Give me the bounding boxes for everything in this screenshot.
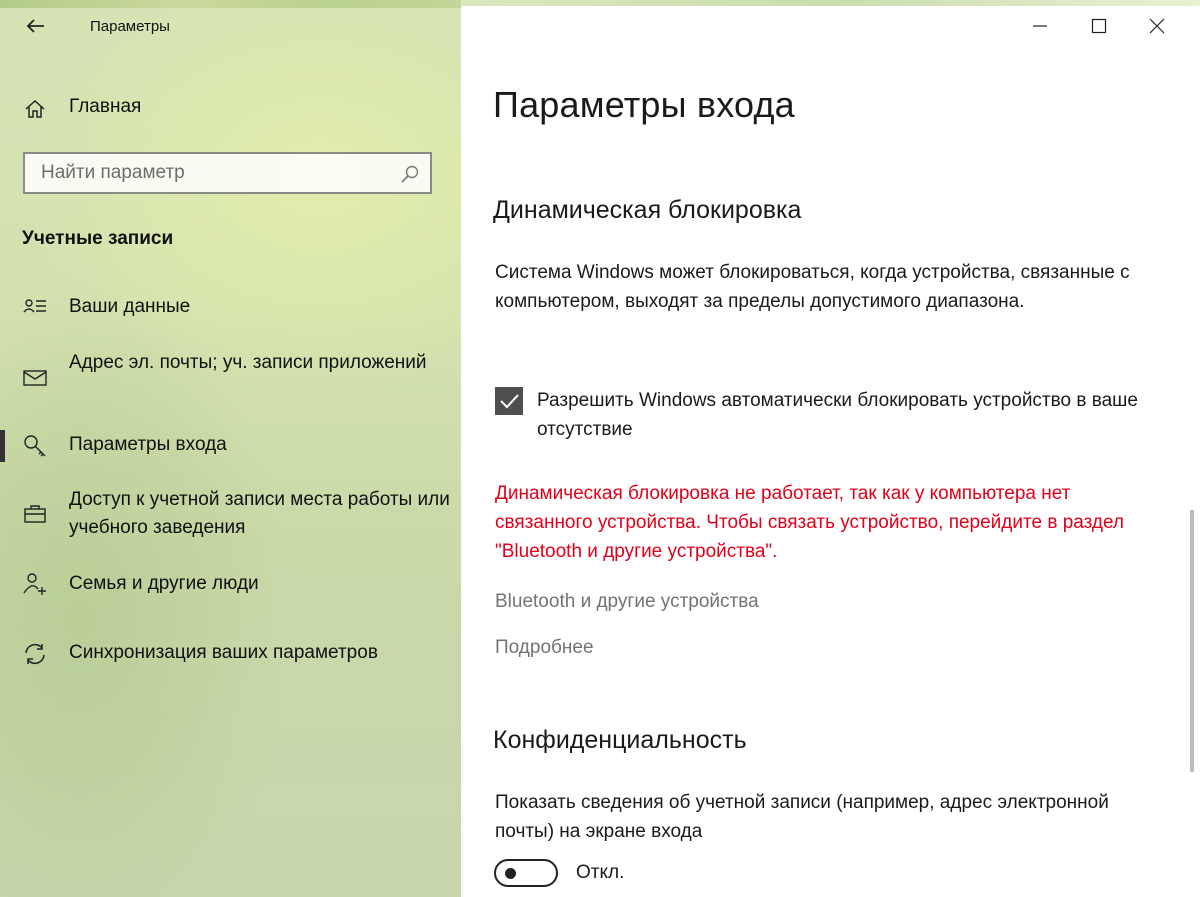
search-icon[interactable] <box>400 164 420 184</box>
dynamic-lock-warning: Динамическая блокировка не работает, так… <box>495 483 1125 562</box>
checkmark-icon <box>500 394 519 409</box>
privacy-description: Показать сведения об учетной записи (нап… <box>495 792 1109 842</box>
sidebar-item-label: Синхронизация ваших параметров <box>69 642 378 663</box>
key-icon <box>22 433 48 459</box>
sidebar-item-work-access[interactable]: Доступ к учетной записи места работы или… <box>0 485 461 545</box>
main-panel <box>461 0 1200 897</box>
close-button[interactable] <box>1127 0 1187 52</box>
minimize-icon <box>1033 25 1047 27</box>
maximize-icon <box>1091 18 1107 34</box>
auto-lock-checkbox[interactable] <box>495 387 523 415</box>
bluetooth-devices-link[interactable]: Bluetooth и другие устройства <box>495 591 759 613</box>
close-icon <box>1149 18 1165 34</box>
privacy-heading: Конфиденциальность <box>493 726 747 754</box>
person-add-icon <box>22 571 48 597</box>
home-icon <box>22 96 48 122</box>
sidebar-item-your-info[interactable]: Ваши данные <box>0 292 461 324</box>
sidebar-item-label: Доступ к учетной записи места работы или… <box>69 489 450 538</box>
sidebar-item-label: Семья и другие люди <box>69 573 259 594</box>
section-title: Учетные записи <box>22 228 174 249</box>
dynamic-lock-description: Система Windows может блокироваться, ког… <box>495 262 1130 312</box>
sidebar-item-sync[interactable]: Синхронизация ваших параметров <box>0 638 461 670</box>
sidebar-item-label: Главная <box>69 96 142 117</box>
sidebar-item-label: Параметры входа <box>69 434 227 455</box>
toggle-state-label: Откл. <box>576 862 625 883</box>
toggle-knob <box>505 868 516 879</box>
page-title: Параметры входа <box>493 84 795 125</box>
sidebar: Параметры Главная Учетные записи Ваши да… <box>0 0 461 897</box>
maximize-button[interactable] <box>1069 0 1129 52</box>
sidebar-item-home[interactable]: Главная <box>0 92 461 124</box>
back-arrow-icon[interactable] <box>20 10 52 42</box>
minimize-button[interactable] <box>1010 0 1070 52</box>
mail-icon <box>22 365 48 391</box>
sync-icon <box>22 641 48 667</box>
sidebar-item-label: Ваши данные <box>69 296 191 317</box>
search-box[interactable] <box>23 152 432 194</box>
auto-lock-checkbox-label[interactable]: Разрешить Windows автоматически блокиров… <box>537 386 1157 444</box>
sidebar-item-family[interactable]: Семья и другие люди <box>0 569 461 601</box>
briefcase-icon <box>22 501 48 527</box>
window-title: Параметры <box>90 18 170 35</box>
sidebar-item-email-accounts[interactable]: Адрес эл. почты; уч. записи приложений <box>0 348 461 408</box>
search-input[interactable] <box>25 154 401 192</box>
sidebar-item-sign-in-options[interactable]: Параметры входа <box>0 430 461 462</box>
sidebar-item-label: Адрес эл. почты; уч. записи приложений <box>69 352 427 373</box>
person-card-icon <box>22 295 48 321</box>
learn-more-link[interactable]: Подробнее <box>495 637 594 659</box>
show-account-details-toggle[interactable] <box>494 859 558 887</box>
dynamic-lock-heading: Динамическая блокировка <box>493 196 802 224</box>
scrollbar[interactable] <box>1190 510 1194 772</box>
